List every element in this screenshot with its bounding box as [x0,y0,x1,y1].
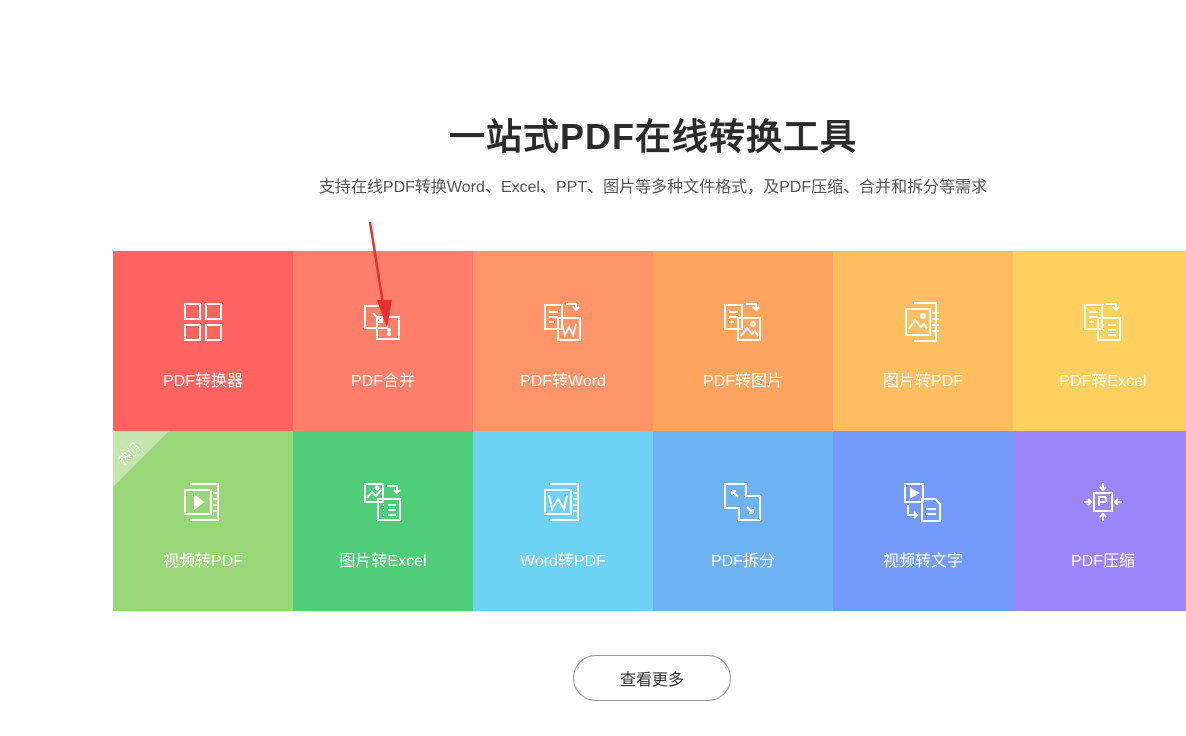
compress-icon [1082,481,1124,523]
tool-image-to-pdf[interactable]: 图片转PDF [833,251,1013,431]
video-to-text-icon [902,481,944,523]
tool-label: PDF转Word [520,373,606,390]
tool-image-to-excel[interactable]: 图片转Excel [293,431,473,611]
tool-label: 视频转文字 [882,553,963,570]
merge-icon [362,301,404,343]
view-more-button[interactable]: 查看更多 [573,655,731,701]
tool-label: PDF转Excel [1059,373,1147,390]
tool-label: PDF合并 [350,373,415,390]
split-icon [722,481,764,523]
tool-video-to-pdf[interactable]: 热门 视频转PDF [113,431,293,611]
tool-pdf-to-image[interactable]: PDF转图片 [653,251,833,431]
image-to-excel-icon [362,481,404,523]
grid-icon [182,301,224,343]
tool-label: PDF压缩 [1070,553,1135,570]
tool-pdf-converter[interactable]: PDF转换器 [113,251,293,431]
tool-label: PDF转换器 [162,373,243,390]
tool-label: 视频转PDF [162,553,243,570]
pdf-to-excel-icon [1082,301,1124,343]
tool-word-to-pdf[interactable]: Word转PDF [473,431,653,611]
tool-label: Word转PDF [520,553,606,570]
word-to-pdf-icon [542,481,584,523]
page-title: 一站式PDF在线转换工具 [448,116,857,157]
tool-pdf-to-excel[interactable]: PDF转Excel [1013,251,1186,431]
tool-grid: PDF转换器 PDF合并 PDF转Word PDF转图片 图片转PDF PDF转… [113,251,1186,611]
page-subtitle: 支持在线PDF转换Word、Excel、PPT、图片等多种文件格式，及PDF压缩… [318,179,988,196]
tool-pdf-to-word[interactable]: PDF转Word [473,251,653,431]
tool-pdf-split[interactable]: PDF拆分 [653,431,833,611]
tool-video-to-text[interactable]: 视频转文字 [833,431,1013,611]
image-to-pdf-icon [902,301,944,343]
pdf-to-word-icon [542,301,584,343]
pdf-to-image-icon [722,301,764,343]
tool-pdf-compress[interactable]: PDF压缩 [1013,431,1186,611]
tool-pdf-merge[interactable]: PDF合并 [293,251,473,431]
video-to-pdf-icon [182,481,224,523]
tool-label: PDF拆分 [710,553,775,570]
tool-label: 图片转PDF [882,373,963,390]
tool-label: 图片转Excel [339,553,427,570]
tool-label: PDF转图片 [702,373,783,390]
